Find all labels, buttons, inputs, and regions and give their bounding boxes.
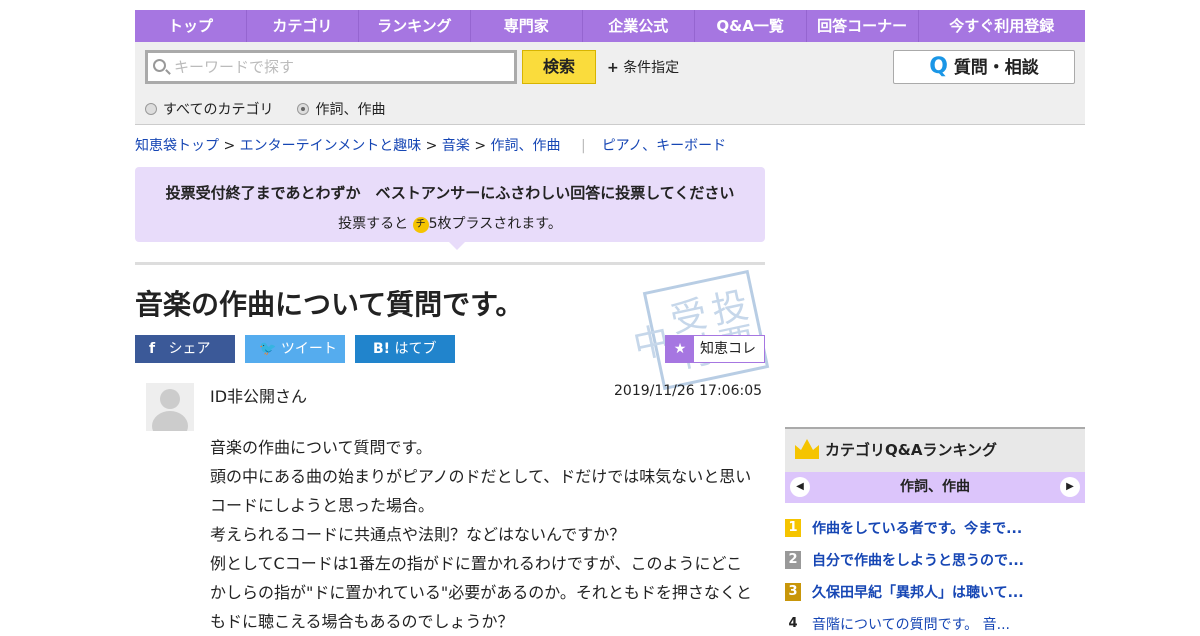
- avatar: [146, 383, 194, 431]
- crumb-composition[interactable]: 作詞、作曲: [491, 138, 561, 154]
- facebook-share-button[interactable]: f シェア: [135, 335, 235, 363]
- rank-number: 1: [785, 519, 801, 537]
- crumb-top[interactable]: 知恵袋トップ: [135, 138, 219, 154]
- radio-checked-icon: [297, 103, 310, 115]
- asker-name: ID非公開さん: [210, 387, 308, 406]
- plus-icon: +: [607, 60, 619, 76]
- nav-experts[interactable]: 専門家: [471, 10, 583, 42]
- global-nav: トップ カテゴリ ランキング 専門家 企業公式 Q&A一覧 回答コーナー 今すぐ…: [135, 10, 1085, 42]
- rank-link[interactable]: 久保田早紀「異邦人」は聴いて...: [812, 582, 1024, 602]
- question-title: 音楽の作曲について質問です。: [135, 288, 524, 321]
- rank-number: 4: [788, 616, 798, 631]
- nav-official[interactable]: 企業公式: [583, 10, 695, 42]
- nav-qa-list[interactable]: Q&A一覧: [695, 10, 807, 42]
- vote-bonus: 5枚プラスされます。: [428, 216, 562, 232]
- tweet-button[interactable]: 🐦 ツイート: [245, 335, 345, 363]
- coin-icon: チ: [412, 217, 429, 233]
- voting-stamp: 投票受付中: [624, 269, 770, 391]
- body-line: 頭の中にある曲の始まりがピアノのドだとして、ドだけでは味気ないと思いコードにしよ…: [210, 467, 752, 515]
- search-icon: [153, 59, 166, 72]
- scope-category-label: 作詞、作曲: [315, 102, 386, 118]
- hatena-button[interactable]: B! はてブ: [355, 335, 455, 363]
- search-button[interactable]: 検索: [522, 50, 596, 84]
- body-line: 例としてCコードは1番左の指がドに置かれるわけですが、このようにどこかしらの指が…: [210, 554, 752, 631]
- hatena-label: はてブ: [394, 341, 437, 357]
- ask-label: 質問・相談: [953, 58, 1039, 78]
- nav-ranking[interactable]: ランキング: [359, 10, 471, 42]
- crumb-piano[interactable]: ピアノ、キーボード: [602, 138, 726, 154]
- search-bar: キーワードで探す 検索 + 条件指定 Q 質問・相談 すべてのカテゴリ 作詞、作…: [135, 42, 1085, 125]
- q-icon: Q: [929, 54, 948, 79]
- question-body: 音楽の作曲について質問です。 頭の中にある曲の始まりがピアノのドだとして、ドだけ…: [210, 433, 755, 636]
- prev-arrow-icon[interactable]: ◀: [790, 477, 810, 497]
- ranking-item[interactable]: 2 自分で作曲をしようと思うので...: [785, 539, 1085, 571]
- rank-number: 2: [785, 551, 801, 569]
- vote-text: 投票すると: [338, 216, 409, 232]
- rank-link[interactable]: 作曲をしている者です。今まで...: [812, 518, 1022, 538]
- next-arrow-icon[interactable]: ▶: [1060, 477, 1080, 497]
- scope-all-radio[interactable]: すべてのカテゴリ: [145, 99, 273, 119]
- body-line: 音楽の作曲について質問です。: [210, 438, 432, 457]
- radio-icon: [145, 103, 157, 115]
- chiekore-label: 知恵コレ: [700, 341, 756, 357]
- ranking-item[interactable]: 4 音階についての質問です。 音...: [785, 603, 1085, 635]
- nav-top[interactable]: トップ: [135, 10, 247, 42]
- facebook-label: シェア: [168, 341, 211, 357]
- hatena-icon: B!: [373, 341, 391, 357]
- search-input[interactable]: キーワードで探す: [145, 50, 517, 84]
- rank-number: 3: [785, 583, 801, 601]
- facebook-icon: f: [149, 341, 156, 357]
- rank-link[interactable]: 音階についての質問です。 音...: [812, 614, 1010, 634]
- vote-title: 投票受付終了まであとわずか ベストアンサーにふさわしい回答に投票してください: [165, 184, 735, 202]
- post-date: 2019/11/26 17:06:05: [614, 383, 763, 399]
- star-icon: ★: [666, 336, 694, 362]
- twitter-icon: 🐦: [259, 341, 277, 357]
- breadcrumb: 知恵袋トップ > エンターテインメントと趣味 > 音楽 > 作詞、作曲 | ピアノ…: [135, 138, 727, 154]
- ranking-item[interactable]: 1 作曲をしている者です。今まで...: [785, 507, 1085, 539]
- ranking-title: カテゴリQ&Aランキング: [825, 441, 997, 459]
- crown-icon: [795, 439, 819, 459]
- divider: [135, 262, 765, 265]
- conditions-label: 条件指定: [623, 60, 680, 76]
- crumb-entertainment[interactable]: エンターテインメントと趣味: [240, 138, 422, 154]
- nav-answer-corner[interactable]: 回答コーナー: [807, 10, 919, 42]
- nav-category[interactable]: カテゴリ: [247, 10, 359, 42]
- chiekore-button[interactable]: ★ 知恵コレ: [665, 335, 765, 363]
- category-ranking: カテゴリQ&Aランキング ◀ 作詞、作曲 ▶ 1 作曲をしている者です。今まで... …: [785, 427, 1085, 635]
- body-line: 考えられるコードに共通点や法則？などはないんですか？: [210, 525, 626, 544]
- search-placeholder: キーワードで探す: [174, 58, 295, 76]
- conditions-link[interactable]: + 条件指定: [607, 57, 679, 77]
- tweet-label: ツイート: [280, 341, 337, 357]
- rank-link[interactable]: 自分で作曲をしようと思うので...: [812, 550, 1024, 570]
- ranking-item[interactable]: 3 久保田早紀「異邦人」は聴いて...: [785, 571, 1085, 603]
- nav-register[interactable]: 今すぐ利用登録: [919, 10, 1085, 42]
- vote-banner: 投票受付終了まであとわずか ベストアンサーにふさわしい回答に投票してください 投…: [135, 167, 765, 250]
- ask-question-button[interactable]: Q 質問・相談: [893, 50, 1075, 84]
- scope-all-label: すべてのカテゴリ: [163, 102, 274, 118]
- crumb-music[interactable]: 音楽: [442, 138, 470, 154]
- scope-category-radio[interactable]: 作詞、作曲: [297, 99, 385, 119]
- ranking-category: 作詞、作曲: [900, 479, 970, 495]
